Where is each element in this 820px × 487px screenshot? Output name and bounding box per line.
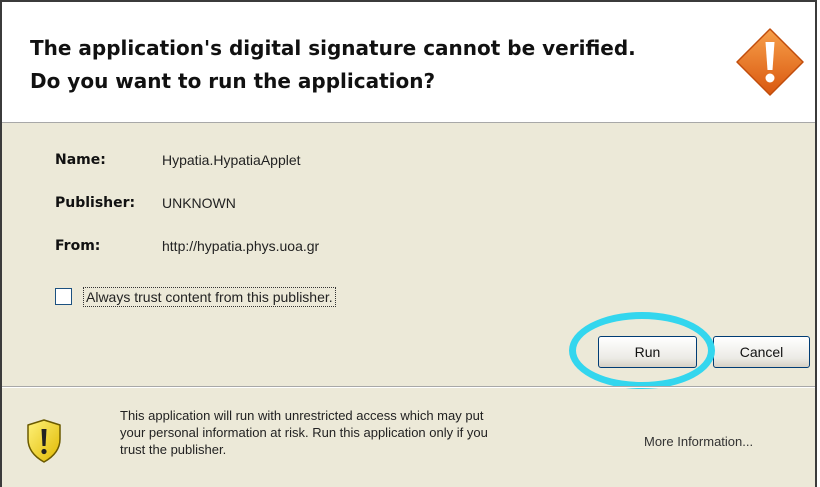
publisher-value: UNKNOWN [162, 195, 236, 211]
risk-warning-line-3: trust the publisher. [120, 442, 227, 457]
title-line-2: Do you want to run the application? [30, 69, 436, 93]
publisher-label: Publisher: [55, 195, 136, 211]
dialog-title: The application's digital signature cann… [30, 32, 636, 98]
risk-warning-line-2: your personal information at risk. Run t… [120, 425, 488, 440]
risk-warning-text: This application will run with unrestric… [120, 407, 600, 458]
from-row: From: http://hypatia.phys.uoa.gr [55, 238, 655, 281]
footer-divider [2, 386, 815, 388]
name-label: Name: [55, 152, 106, 168]
security-warning-dialog: The application's digital signature cann… [0, 0, 817, 487]
warning-shield-icon [27, 419, 61, 463]
always-trust-checkbox[interactable] [55, 288, 72, 305]
name-row: Name: Hypatia.HypatiaApplet [55, 152, 655, 195]
run-button[interactable]: Run [598, 336, 697, 368]
always-trust-label[interactable]: Always trust content from this publisher… [83, 287, 336, 307]
risk-warning-line-1: This application will run with unrestric… [120, 408, 484, 423]
from-label: From: [55, 238, 101, 254]
name-value: Hypatia.HypatiaApplet [162, 152, 301, 168]
title-line-1: The application's digital signature cann… [30, 36, 636, 60]
more-information-link[interactable]: More Information... [644, 434, 753, 449]
dialog-header: The application's digital signature cann… [2, 2, 815, 123]
from-value: http://hypatia.phys.uoa.gr [162, 238, 320, 254]
publisher-row: Publisher: UNKNOWN [55, 195, 655, 238]
warning-diamond-icon [736, 28, 804, 96]
dialog-footer: This application will run with unrestric… [2, 389, 815, 487]
application-details: Name: Hypatia.HypatiaApplet Publisher: U… [55, 152, 655, 281]
cancel-button[interactable]: Cancel [713, 336, 810, 368]
